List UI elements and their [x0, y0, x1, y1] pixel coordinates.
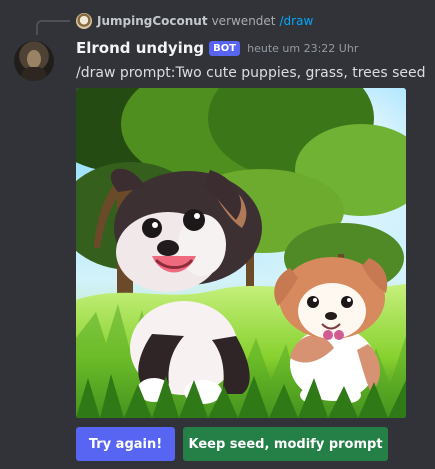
try-again-button[interactable]: Try again!: [76, 427, 175, 461]
reply-command[interactable]: /draw: [280, 14, 314, 28]
message-timestamp: heute um 23:22 Uhr: [247, 41, 359, 55]
reply-connector-line: [36, 20, 70, 35]
keep-seed-modify-prompt-button[interactable]: Keep seed, modify prompt: [183, 427, 388, 461]
bot-badge: BOT: [209, 40, 241, 56]
message-author-avatar[interactable]: [14, 41, 54, 81]
reply-user-avatar: [76, 13, 92, 29]
reply-username[interactable]: JumpingCoconut: [97, 14, 208, 28]
message-author[interactable]: Elrond undying: [76, 39, 204, 57]
reply-preview[interactable]: JumpingCoconut verwendet /draw: [76, 12, 313, 30]
message-header: Elrond undying BOT heute um 23:22 Uhr: [76, 37, 358, 59]
reply-verb: verwendet: [211, 14, 276, 28]
message-content: /draw prompt:Two cute puppies, grass, tr…: [76, 65, 426, 81]
message-image[interactable]: [76, 88, 406, 418]
